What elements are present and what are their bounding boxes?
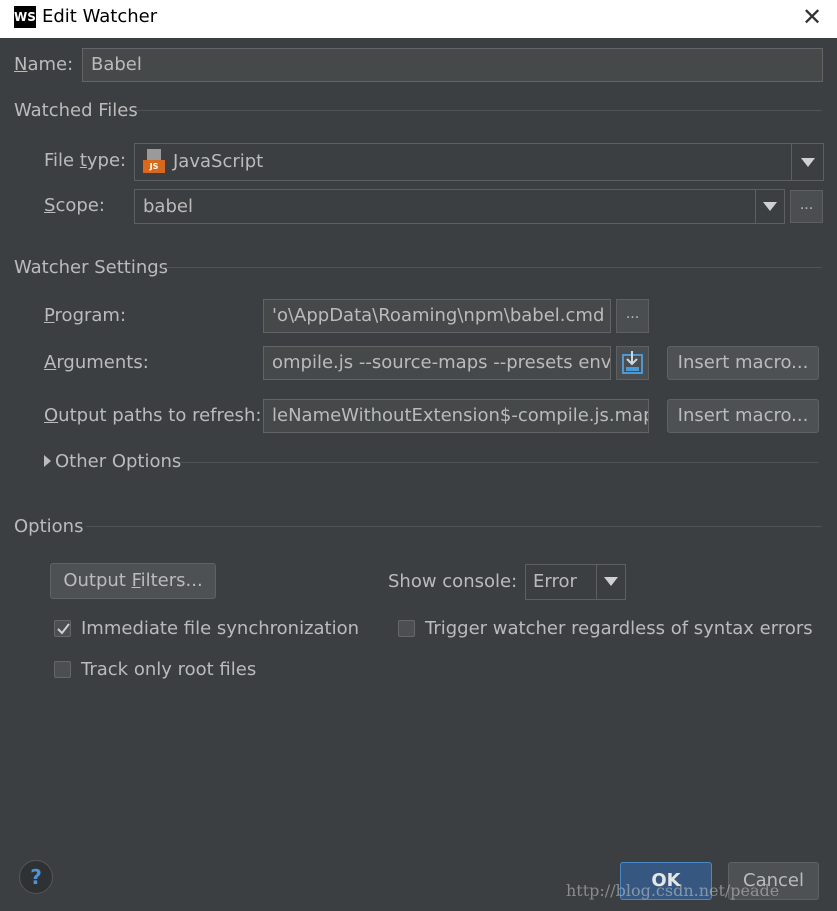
separator xyxy=(181,462,818,463)
name-label: Name: xyxy=(14,54,74,75)
show-console-select[interactable]: Error xyxy=(525,564,626,600)
immediate-sync-checkbox[interactable] xyxy=(54,620,71,637)
trigger-watcher-checkbox[interactable] xyxy=(398,620,415,637)
arguments-label: Arguments: xyxy=(44,352,149,373)
dropdown-arrow-icon[interactable] xyxy=(755,190,784,223)
insert-macro-button-output[interactable]: Insert macro... xyxy=(667,399,819,433)
checkmark-icon xyxy=(57,623,70,635)
output-paths-label: Output paths to refresh: xyxy=(44,405,262,426)
options-heading: Options xyxy=(14,516,84,537)
dropdown-arrow-icon[interactable] xyxy=(596,565,625,599)
insert-macro-button-arguments[interactable]: Insert macro... xyxy=(667,346,819,380)
program-label: Program: xyxy=(44,305,127,326)
show-console-label: Show console: xyxy=(388,571,518,592)
close-icon[interactable]: ✕ xyxy=(798,2,826,32)
watcher-settings-heading: Watcher Settings xyxy=(14,257,169,278)
insert-argument-icon[interactable] xyxy=(616,346,649,380)
output-filters-button[interactable]: Output Filters... xyxy=(50,563,216,599)
expand-arrow-icon[interactable] xyxy=(44,455,51,467)
show-console-value: Error xyxy=(533,571,577,592)
scope-value: babel xyxy=(143,196,193,217)
dropdown-arrow-icon[interactable] xyxy=(791,144,823,180)
javascript-file-icon: JS xyxy=(143,149,165,173)
other-options-toggle[interactable]: Other Options xyxy=(55,451,181,472)
separator xyxy=(86,526,822,527)
output-paths-input[interactable]: leNameWithoutExtension$-compile.js.map xyxy=(263,399,649,433)
webstorm-logo-icon: WS xyxy=(14,6,36,28)
help-icon[interactable]: ? xyxy=(19,860,53,894)
separator xyxy=(162,267,822,268)
trigger-watcher-label: Trigger watcher regardless of syntax err… xyxy=(425,618,813,639)
window-title: Edit Watcher xyxy=(42,6,158,27)
scope-label: Scope: xyxy=(44,195,105,216)
scope-select[interactable]: babel xyxy=(134,189,785,224)
file-type-select[interactable]: JS JavaScript xyxy=(134,143,824,181)
program-input[interactable]: 'o\AppData\Roaming\npm\babel.cmd xyxy=(263,299,611,333)
immediate-sync-label: Immediate file synchronization xyxy=(81,618,360,639)
file-type-label: File type: xyxy=(44,150,127,171)
title-bar: WS Edit Watcher ✕ xyxy=(0,0,837,38)
watermark: http://blog.csdn.net/peade xyxy=(566,881,780,900)
track-root-label: Track only root files xyxy=(81,659,257,680)
program-browse-button[interactable]: ... xyxy=(616,299,649,333)
track-root-checkbox[interactable] xyxy=(54,661,71,678)
arguments-input[interactable]: ompile.js --source-maps --presets env xyxy=(263,346,611,380)
file-type-value: JavaScript xyxy=(173,151,264,172)
watched-files-heading: Watched Files xyxy=(14,100,138,121)
separator xyxy=(136,110,822,111)
scope-browse-button[interactable]: ... xyxy=(790,190,823,223)
name-input[interactable]: Babel xyxy=(82,48,823,82)
